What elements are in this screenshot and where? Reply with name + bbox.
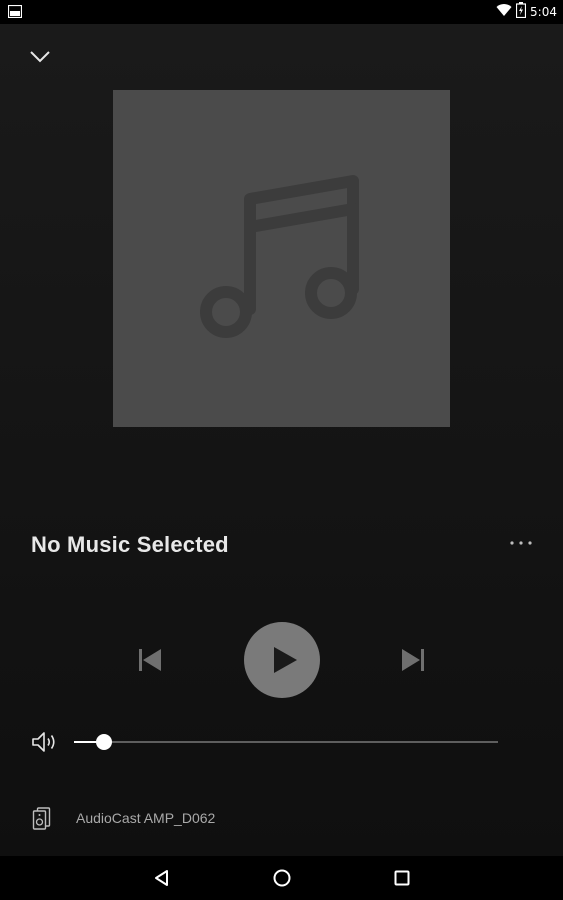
volume-icon (32, 732, 55, 752)
chevron-down-icon (30, 51, 50, 63)
back-icon (155, 870, 168, 886)
skip-previous-icon (139, 649, 161, 671)
volume-button[interactable] (30, 730, 60, 754)
play-button[interactable] (244, 622, 320, 698)
recents-button[interactable] (390, 866, 414, 890)
navigation-bar (0, 856, 563, 900)
home-icon (273, 869, 291, 887)
speaker-device-icon (32, 807, 51, 830)
back-button[interactable] (150, 866, 174, 890)
wifi-icon (496, 3, 512, 22)
album-art (113, 90, 450, 427)
volume-slider[interactable] (74, 730, 498, 754)
more-options-button[interactable] (506, 536, 536, 550)
music-note-icon (200, 175, 359, 338)
volume-track (74, 741, 498, 743)
volume-thumb[interactable] (95, 734, 112, 750)
play-icon (274, 647, 297, 673)
more-horizontal-icon (510, 541, 532, 545)
status-time: 5:04 (530, 5, 557, 19)
track-title: No Music Selected (31, 532, 229, 557)
recents-icon (394, 870, 410, 886)
output-device-button[interactable] (31, 806, 53, 830)
battery-charging-icon (515, 1, 527, 23)
collapse-button[interactable] (26, 44, 54, 68)
now-playing-screen: No Music Selected AudioCast AMP_D062 (0, 24, 563, 856)
status-bar: 5:04 (0, 0, 563, 24)
previous-track-button[interactable] (136, 646, 164, 674)
output-device-name[interactable]: AudioCast AMP_D062 (76, 810, 215, 826)
image-notification-icon (7, 4, 23, 23)
home-button[interactable] (270, 866, 294, 890)
skip-next-icon (402, 649, 424, 671)
next-track-button[interactable] (399, 646, 427, 674)
